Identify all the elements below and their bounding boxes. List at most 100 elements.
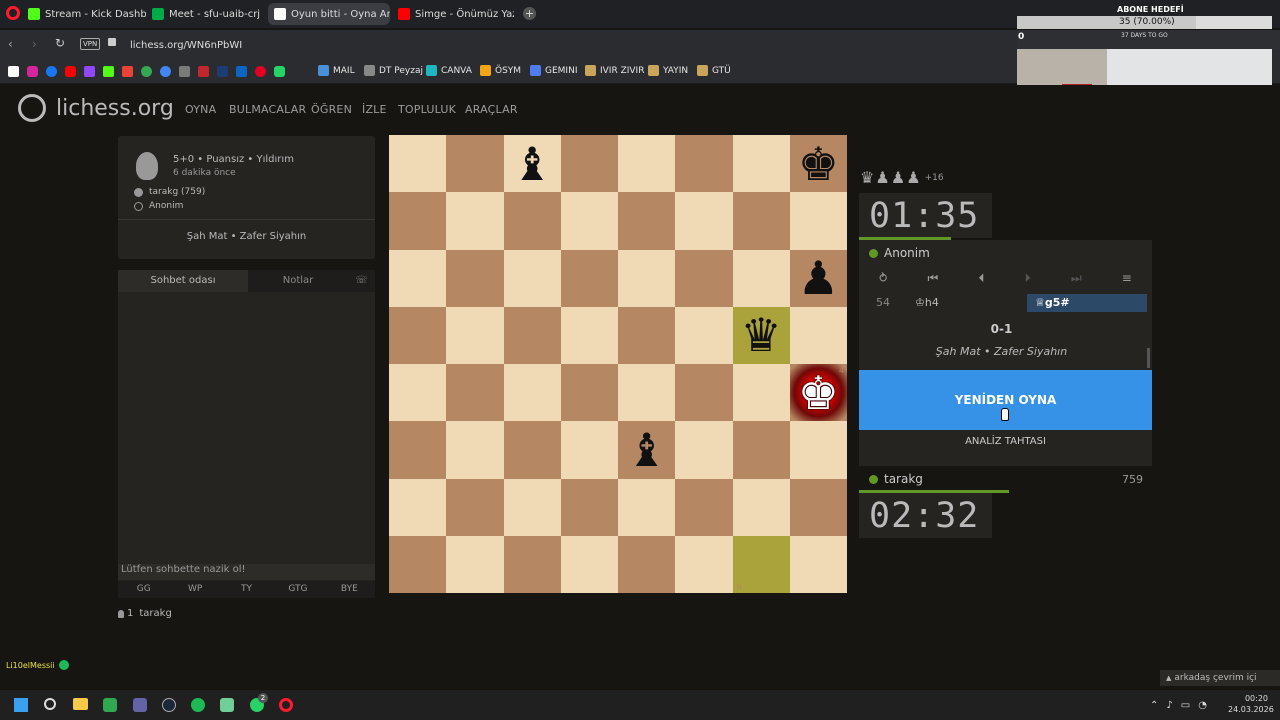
nav-item-1[interactable]: BULMACALAR [229,103,306,116]
twitch-icon[interactable] [84,66,95,77]
piece-h8[interactable]: ♚ [790,135,847,192]
chess-board[interactable]: a b c d e f g h 8 7 6 5 4 3 2 1 ♝ ♚ ♟ ♛ ♚ ♝ [389,135,847,593]
piece-e3[interactable]: ♝ [618,421,675,478]
square-g7[interactable] [732,192,790,250]
url-field[interactable]: lichess.org/WN6nPbWI [130,36,242,54]
tab-2[interactable]: Oyun bitti - Oyna Anc [268,3,390,25]
square-e6[interactable] [618,249,676,307]
search-icon[interactable] [44,698,56,710]
piece-h4[interactable]: ♚ [790,364,847,421]
bookmark-2[interactable]: CANVA [426,65,472,76]
nav-item-5[interactable]: ARAÇLAR [465,103,518,116]
square-e5[interactable] [618,306,676,364]
move-black[interactable]: ♕g5# [1027,294,1147,312]
prev-move-icon[interactable]: ⏴ [978,271,984,286]
red-icon[interactable] [198,66,209,77]
square-c6[interactable] [503,249,561,307]
tab-1[interactable]: Meet - sfu-uaib-crj [146,3,266,25]
pinterest-icon[interactable] [255,66,266,77]
tab-notes[interactable]: Notlar [248,270,348,292]
vpn-badge[interactable]: VPN [80,38,101,50]
quick-reply-4[interactable]: BYE [324,581,375,598]
link-icon[interactable] [179,66,190,77]
square-b4[interactable] [446,364,504,422]
last-move-icon[interactable]: ⏭ [1071,271,1082,286]
nav-item-2[interactable]: ÖĞREN [311,103,352,116]
linkedin-icon[interactable] [236,66,247,77]
square-f1[interactable] [675,535,733,593]
square-e4[interactable] [618,364,676,422]
bookmark-4[interactable]: GEMINI [530,65,577,76]
square-d5[interactable] [560,306,618,364]
square-d4[interactable] [560,364,618,422]
square-b8[interactable] [446,135,504,193]
black-player[interactable]: Anonim [134,201,183,211]
maps-icon[interactable] [141,66,152,77]
spotify-icon[interactable] [191,698,205,712]
forward-icon[interactable]: › [32,37,37,51]
bottom-player[interactable]: tarakg 759 [869,472,1143,486]
square-b6[interactable] [446,249,504,307]
square-e2[interactable] [618,478,676,536]
bookmark-1[interactable]: DT Peyzaj [364,65,423,76]
square-f3[interactable] [675,421,733,479]
square-a5[interactable] [389,306,447,364]
square-f4[interactable] [675,364,733,422]
move-white[interactable]: ♔h4 [915,296,939,309]
bookmark-3[interactable]: ÖSYM [480,65,521,76]
square-d8[interactable] [560,135,618,193]
tab-0[interactable]: Stream - Kick Dashboard [22,3,146,25]
nav-item-4[interactable]: TOPLULUK [398,103,456,116]
square-c4[interactable] [503,364,561,422]
square-g6[interactable] [732,249,790,307]
square-f5[interactable] [675,306,733,364]
square-f8[interactable] [675,135,733,193]
app-icon-2[interactable] [220,698,234,712]
square-f7[interactable] [675,192,733,250]
square-e8[interactable] [618,135,676,193]
piece-c8[interactable]: ♝ [504,135,561,192]
square-f2[interactable] [675,478,733,536]
square-g8[interactable] [732,135,790,193]
windows-start-icon[interactable] [14,698,28,712]
square-a4[interactable] [389,364,447,422]
tab-chat-room[interactable]: Sohbet odası [118,270,248,292]
whatsapp-icon[interactable] [274,66,285,77]
square-e7[interactable] [618,192,676,250]
piece-h6[interactable]: ♟ [790,250,847,307]
instagram-icon[interactable] [27,66,38,77]
quick-reply-0[interactable]: GG [118,581,169,598]
square-g2[interactable] [732,478,790,536]
nav-item-3[interactable]: İZLE [362,103,387,116]
square-d6[interactable] [560,249,618,307]
analysis-button[interactable]: ANALİZ TAHTASI [859,436,1152,452]
white-player[interactable]: tarakg (759) [134,187,205,197]
quick-reply-3[interactable]: GTG [272,581,323,598]
quick-reply-2[interactable]: TY [221,581,272,598]
square-a2[interactable] [389,478,447,536]
square-d7[interactable] [560,192,618,250]
square-b3[interactable] [446,421,504,479]
next-move-icon[interactable]: ⏵ [1025,271,1031,286]
top-player[interactable]: Anonim [869,246,930,260]
bookmark-6[interactable]: YAYIN [648,65,688,76]
folder-icon[interactable] [73,698,88,710]
square-c1[interactable] [503,535,561,593]
square-c5[interactable] [503,306,561,364]
square-c2[interactable] [503,478,561,536]
dollar-icon[interactable] [160,66,171,77]
lichess-logo[interactable]: lichess.org [18,94,174,122]
flip-board-icon[interactable]: ⥁ [879,271,887,285]
square-f6[interactable] [675,249,733,307]
piece-g5[interactable]: ♛ [733,307,790,364]
square-c3[interactable] [503,421,561,479]
app-icon-1[interactable] [103,698,117,712]
quick-reply-1[interactable]: WP [169,581,220,598]
opera-icon[interactable] [279,698,293,712]
play-again-button[interactable]: YENİDEN OYNA [859,370,1152,430]
square-g3[interactable] [732,421,790,479]
square-a7[interactable] [389,192,447,250]
game-time[interactable]: 6 dakika önce [173,168,236,178]
gmail-icon[interactable] [122,66,133,77]
youtube-icon[interactable] [65,66,76,77]
